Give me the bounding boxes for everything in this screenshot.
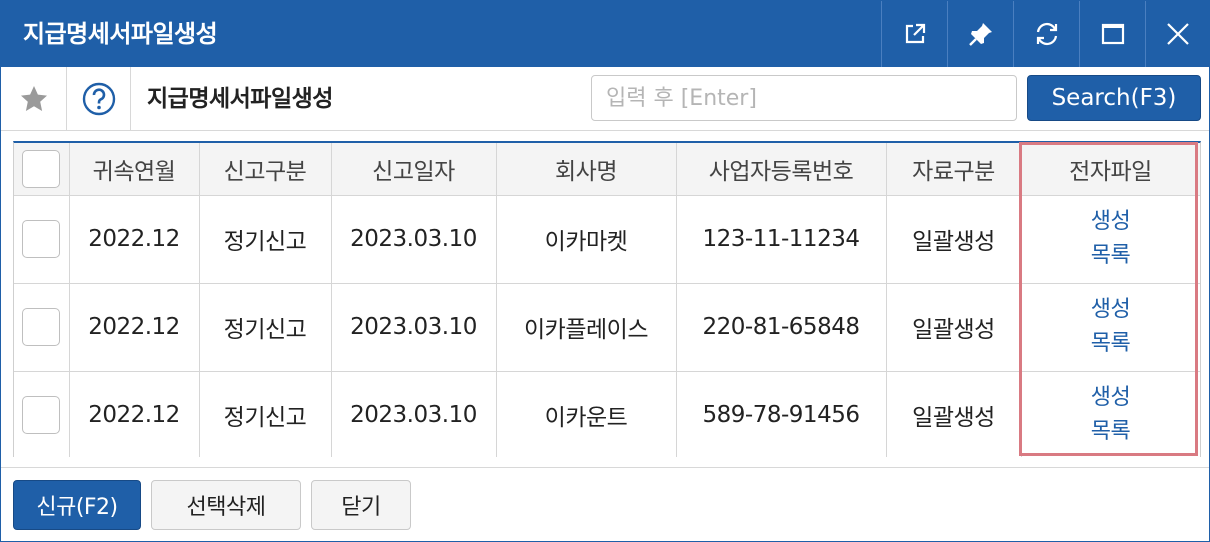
company-cell: 이카운트 <box>496 371 677 457</box>
title-bar: 지급명세서파일생성 <box>1 1 1209 67</box>
row-checkbox[interactable] <box>22 308 61 346</box>
table-row: 2022.12 정기신고 2023.03.10 이카플레이스 220-81-65… <box>14 283 1200 372</box>
period-cell: 2022.12 <box>69 195 200 284</box>
report-type-cell: 정기신고 <box>199 371 332 457</box>
footer-bar: 신규(F2) 선택삭제 닫기 <box>1 467 1209 541</box>
e-file-cell: 생성 목록 <box>1021 283 1200 372</box>
column-header[interactable]: 사업자등록번호 <box>676 143 887 196</box>
search-button[interactable]: Search(F3) <box>1027 75 1201 121</box>
window-title: 지급명세서파일생성 <box>23 20 218 48</box>
grid-header-row: 귀속연월 신고구분 신고일자 회사명 사업자등록번호 자료구분 전자파일 <box>14 143 1200 196</box>
period-cell: 2022.12 <box>69 283 200 372</box>
biz-no-cell: 220-81-65848 <box>676 283 887 372</box>
select-all-checkbox[interactable] <box>22 149 61 188</box>
search-input[interactable] <box>591 75 1017 121</box>
maximize-button[interactable] <box>1079 1 1145 67</box>
biz-no-cell: 123-11-11234 <box>676 195 887 284</box>
column-header[interactable]: 신고구분 <box>199 143 332 196</box>
toolbar: 지급명세서파일생성 Search(F3) <box>1 67 1209 131</box>
column-header[interactable]: 회사명 <box>496 143 677 196</box>
popout-button[interactable] <box>881 1 947 67</box>
table-row: 2022.12 정기신고 2023.03.10 이카운트 589-78-9145… <box>14 371 1200 457</box>
page-title: 지급명세서파일생성 <box>147 86 333 112</box>
refresh-icon <box>1036 22 1057 46</box>
close-button[interactable]: 닫기 <box>311 480 411 530</box>
maximize-icon <box>1101 23 1124 45</box>
file-list-link[interactable]: 목록 <box>1022 239 1200 273</box>
report-date-cell: 2023.03.10 <box>331 371 497 457</box>
pin-button[interactable] <box>947 1 1013 67</box>
select-all-cell[interactable] <box>14 143 70 196</box>
data-type-cell: 일괄생성 <box>886 283 1022 372</box>
create-file-link[interactable]: 생성 <box>1022 381 1200 415</box>
data-grid: 귀속연월 신고구분 신고일자 회사명 사업자등록번호 자료구분 전자파일 202… <box>13 141 1201 457</box>
e-file-cell: 생성 목록 <box>1021 371 1200 457</box>
column-header[interactable]: 귀속연월 <box>69 143 200 196</box>
close-window-button[interactable] <box>1145 1 1209 67</box>
e-file-cell: 생성 목록 <box>1021 195 1200 284</box>
company-cell: 이카마켓 <box>496 195 677 284</box>
delete-selected-button[interactable]: 선택삭제 <box>151 480 301 530</box>
report-type-cell: 정기신고 <box>199 283 332 372</box>
create-file-link[interactable]: 생성 <box>1022 293 1200 327</box>
report-date-cell: 2023.03.10 <box>331 283 497 372</box>
column-header[interactable]: 신고일자 <box>331 143 497 196</box>
period-cell: 2022.12 <box>69 371 200 457</box>
close-icon <box>1166 23 1189 45</box>
favorite-button[interactable] <box>1 67 67 131</box>
company-cell: 이카플레이스 <box>496 283 677 372</box>
row-checkbox[interactable] <box>22 396 61 434</box>
new-button[interactable]: 신규(F2) <box>13 480 141 530</box>
biz-no-cell: 589-78-91456 <box>676 371 887 457</box>
star-icon <box>20 86 47 111</box>
grid-table: 귀속연월 신고구분 신고일자 회사명 사업자등록번호 자료구분 전자파일 202… <box>14 143 1200 457</box>
data-type-cell: 일괄생성 <box>886 195 1022 284</box>
file-list-link[interactable]: 목록 <box>1022 415 1200 449</box>
window: 지급명세서파일생성 지급명세서파일생성 입력 후 [Enter] Search(… <box>0 0 1210 542</box>
row-checkbox[interactable] <box>22 220 61 258</box>
report-type-cell: 정기신고 <box>199 195 332 284</box>
pin-icon <box>968 23 992 46</box>
create-file-link[interactable]: 생성 <box>1022 205 1200 239</box>
column-header[interactable]: 전자파일 <box>1021 143 1200 196</box>
file-list-link[interactable]: 목록 <box>1022 327 1200 361</box>
external-link-icon <box>905 23 925 44</box>
column-header[interactable]: 자료구분 <box>886 143 1022 196</box>
table-row: 2022.12 정기신고 2023.03.10 이카마켓 123-11-1123… <box>14 195 1200 284</box>
report-date-cell: 2023.03.10 <box>331 195 497 284</box>
refresh-button[interactable] <box>1013 1 1079 67</box>
help-button[interactable] <box>67 67 131 131</box>
data-type-cell: 일괄생성 <box>886 371 1022 457</box>
help-icon <box>82 82 115 116</box>
